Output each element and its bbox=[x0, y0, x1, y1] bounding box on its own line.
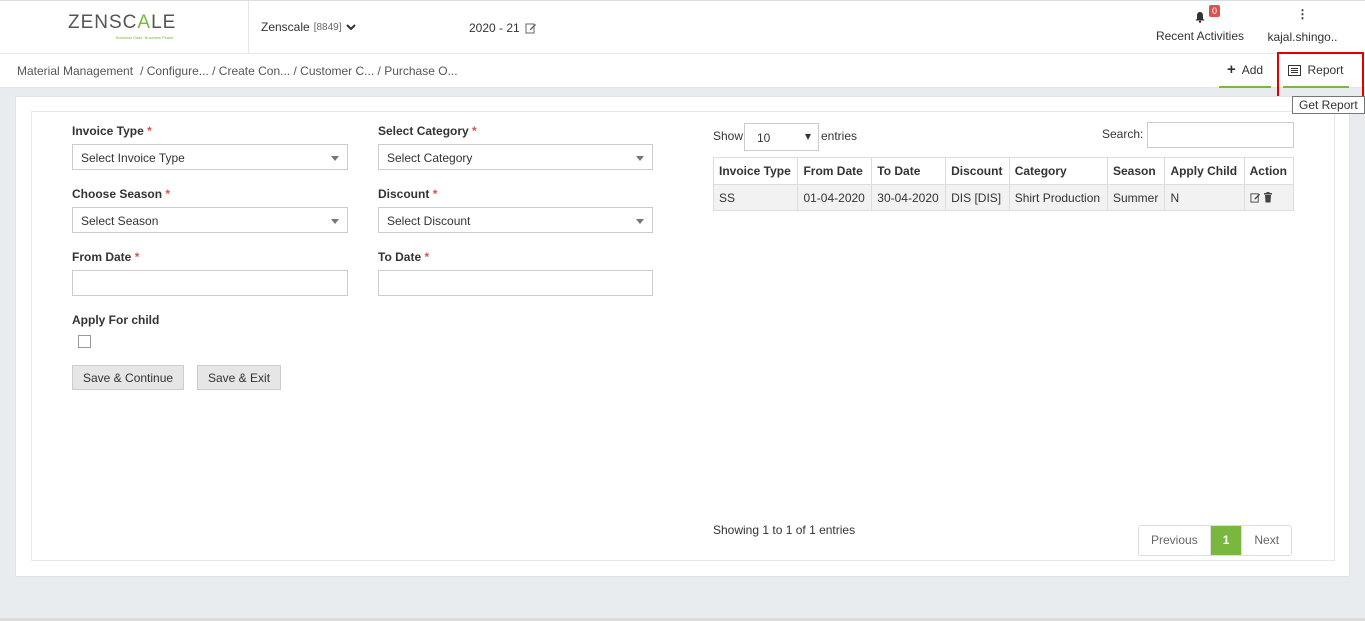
required-marker: * bbox=[147, 124, 152, 138]
discount-select[interactable]: Select Discount bbox=[378, 207, 653, 233]
entries-label: entries bbox=[821, 129, 858, 143]
bell-icon bbox=[1195, 12, 1205, 23]
cell-action bbox=[1243, 184, 1295, 211]
apply-for-child-checkbox[interactable] bbox=[78, 335, 91, 348]
cell-from-date: 01-04-2020 bbox=[797, 184, 873, 211]
breadcrumb-bar: Material Management / Configure... / Cre… bbox=[0, 54, 1365, 88]
column-header[interactable]: Season bbox=[1106, 157, 1166, 185]
column-header[interactable]: Invoice Type bbox=[712, 157, 799, 185]
breadcrumb: Material Management / Configure... / Cre… bbox=[17, 64, 458, 78]
category-select[interactable]: Select Category bbox=[378, 144, 653, 170]
fiscal-year-label: 2020 - 21 bbox=[469, 21, 520, 35]
plus-icon: + bbox=[1226, 61, 1236, 78]
company-selector[interactable]: Zenscale [8849] bbox=[261, 20, 356, 34]
invoice-type-select[interactable]: Select Invoice Type bbox=[72, 144, 348, 170]
from-date-label: From Date * bbox=[72, 250, 140, 264]
cell-season: Summer bbox=[1106, 184, 1166, 211]
save-exit-button[interactable]: Save & Exit bbox=[197, 365, 282, 390]
to-date-label: To Date * bbox=[378, 250, 430, 264]
user-name: kajal.shingo.. bbox=[1267, 30, 1338, 44]
breadcrumb-item[interactable]: / Customer C... bbox=[294, 64, 375, 78]
cell-invoice-type: SS bbox=[712, 184, 799, 211]
search-input[interactable] bbox=[1147, 122, 1294, 148]
required-marker: * bbox=[432, 187, 438, 201]
report-button-label: Report bbox=[1307, 63, 1344, 77]
breadcrumb-item[interactable]: / Purchase O... bbox=[378, 64, 458, 78]
required-marker: * bbox=[472, 124, 477, 138]
data-table: Invoice Type From Date To Date Discount … bbox=[712, 157, 1295, 211]
invoice-type-label: Invoice Type * bbox=[72, 124, 152, 138]
column-header[interactable]: To Date bbox=[871, 157, 947, 185]
from-date-input[interactable] bbox=[72, 270, 348, 296]
add-button-label: Add bbox=[1241, 63, 1264, 77]
pagination: Previous 1 Next bbox=[1138, 525, 1293, 556]
trash-icon[interactable] bbox=[1263, 192, 1273, 203]
add-button[interactable]: + Add bbox=[1219, 54, 1271, 88]
notification-count-badge: 0 bbox=[1209, 5, 1221, 17]
edit-icon[interactable] bbox=[1250, 192, 1261, 203]
caret-down-icon bbox=[636, 156, 644, 161]
required-marker: * bbox=[134, 250, 140, 264]
previous-page-button[interactable]: Previous bbox=[1139, 526, 1211, 555]
current-page-button[interactable]: 1 bbox=[1210, 526, 1242, 555]
table-header-row: Invoice Type From Date To Date Discount … bbox=[712, 157, 1295, 185]
more-vertical-icon: ⋮ bbox=[1296, 7, 1309, 21]
caret-down-icon bbox=[331, 219, 339, 224]
cell-category: Shirt Production bbox=[1008, 184, 1108, 211]
fiscal-year[interactable]: 2020 - 21 bbox=[469, 21, 537, 35]
edit-icon[interactable] bbox=[525, 22, 537, 34]
cell-to-date: 30-04-2020 bbox=[871, 184, 947, 211]
cell-apply-child: N bbox=[1164, 184, 1245, 211]
chevron-down-icon bbox=[345, 24, 356, 31]
caret-down-icon bbox=[805, 134, 811, 140]
breadcrumb-item[interactable]: Material Management bbox=[17, 64, 133, 78]
breadcrumb-item[interactable]: / Create Con... bbox=[212, 64, 290, 78]
to-date-input[interactable] bbox=[378, 270, 653, 296]
apply-for-child-label: Apply For child bbox=[72, 313, 160, 327]
choose-season-label: Choose Season * bbox=[72, 187, 171, 201]
next-page-button[interactable]: Next bbox=[1241, 526, 1292, 555]
user-menu[interactable]: ⋮ kajal.shingo.. bbox=[1265, 7, 1340, 44]
table-info: Showing 1 to 1 of 1 entries bbox=[713, 523, 856, 537]
report-tooltip: Get Report bbox=[1292, 96, 1365, 114]
company-name: Zenscale bbox=[261, 20, 310, 34]
season-select[interactable]: Select Season bbox=[72, 207, 348, 233]
caret-down-icon bbox=[636, 219, 644, 224]
column-header[interactable]: From Date bbox=[797, 157, 873, 185]
discount-label: Discount * bbox=[378, 187, 438, 201]
column-header[interactable]: Discount bbox=[945, 157, 1010, 185]
breadcrumb-item[interactable]: / Configure... bbox=[140, 64, 209, 78]
logo-tagline: Business Ease. Business Peace. bbox=[116, 35, 175, 40]
column-header[interactable]: Apply Child bbox=[1164, 157, 1245, 185]
column-header[interactable]: Category bbox=[1008, 157, 1108, 185]
cell-discount: DIS [DIS] bbox=[945, 184, 1010, 211]
caret-down-icon bbox=[331, 156, 339, 161]
recent-activities-label: Recent Activities bbox=[1155, 29, 1245, 43]
report-button[interactable]: Report bbox=[1283, 54, 1349, 88]
page-size-select[interactable]: 10 bbox=[744, 123, 819, 151]
column-header: Action bbox=[1243, 157, 1295, 185]
top-bar: ZENSCALE Business Ease. Business Peace. … bbox=[0, 0, 1365, 54]
divider bbox=[248, 1, 249, 54]
recent-activities-button[interactable]: Recent Activities bbox=[1150, 7, 1250, 43]
company-code: [8849] bbox=[313, 21, 342, 33]
save-continue-button[interactable]: Save & Continue bbox=[72, 365, 185, 390]
zenscale-logo[interactable]: ZENSCALE Business Ease. Business Peace. bbox=[68, 13, 180, 43]
show-label: Show bbox=[713, 129, 744, 143]
select-category-label: Select Category * bbox=[378, 124, 477, 138]
search-label: Search: bbox=[1102, 127, 1144, 141]
table-row: SS 01-04-2020 30-04-2020 DIS [DIS] Shirt… bbox=[712, 184, 1295, 211]
report-icon bbox=[1288, 64, 1302, 76]
required-marker: * bbox=[165, 187, 171, 201]
required-marker: * bbox=[424, 250, 430, 264]
